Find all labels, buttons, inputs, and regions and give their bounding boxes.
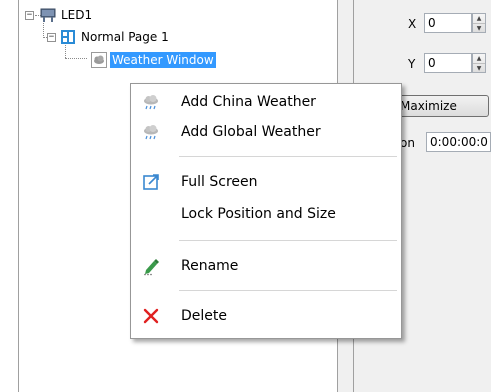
x-input[interactable]: 0	[424, 13, 472, 33]
page-layout-icon	[60, 29, 76, 45]
tree-node-led1[interactable]: − LED1	[25, 6, 94, 24]
fullscreen-icon	[141, 172, 161, 192]
duration-input[interactable]: 0:00:00:0	[426, 132, 491, 152]
menu-item-label: Rename	[181, 258, 239, 274]
menu-item-label: Full Screen	[181, 174, 258, 190]
tree-node-label: LED1	[61, 8, 93, 22]
duration-label: on	[400, 136, 415, 150]
close-x-icon	[141, 306, 161, 326]
menu-separator	[179, 156, 397, 157]
menu-item-rename[interactable]: Rename	[133, 251, 399, 281]
menu-item-add-global-weather[interactable]: Add Global Weather	[133, 117, 399, 147]
spin-up-icon[interactable]: ▲	[473, 14, 485, 24]
pencil-icon	[141, 256, 161, 276]
tree-node-label: Normal Page 1	[81, 30, 169, 44]
tree-node-label: Weather Window	[110, 52, 216, 68]
menu-separator	[179, 240, 397, 241]
spin-down-icon[interactable]: ▼	[473, 24, 485, 33]
tree-node-normal-page[interactable]: − Normal Page 1	[47, 28, 171, 46]
collapse-toggle[interactable]: −	[25, 10, 34, 20]
y-spinner[interactable]: ▲ ▼	[472, 53, 486, 73]
y-label: Y	[408, 57, 416, 71]
weather-cloud-icon	[91, 52, 107, 68]
y-input[interactable]: 0	[424, 53, 472, 73]
menu-item-label: Add Global Weather	[181, 124, 321, 140]
spin-down-icon[interactable]: ▼	[473, 64, 485, 73]
menu-item-full-screen[interactable]: Full Screen	[133, 167, 399, 197]
menu-item-delete[interactable]: Delete	[133, 301, 399, 331]
cloud-rain-icon	[141, 92, 161, 112]
tree-node-weather-window[interactable]: Weather Window	[91, 51, 216, 69]
cloud-rain-icon	[141, 122, 161, 142]
menu-item-add-china-weather[interactable]: Add China Weather	[133, 87, 399, 117]
maximize-button[interactable]: Maximize	[393, 95, 489, 117]
menu-item-label: Lock Position and Size	[181, 206, 336, 222]
monitor-icon	[40, 7, 56, 23]
menu-separator	[179, 290, 397, 291]
spin-up-icon[interactable]: ▲	[473, 54, 485, 64]
collapse-toggle[interactable]: −	[47, 32, 56, 42]
menu-item-label: Add China Weather	[181, 94, 316, 110]
menu-item-lock-position[interactable]: Lock Position and Size	[133, 199, 399, 229]
x-spinner[interactable]: ▲ ▼	[472, 13, 486, 33]
context-menu: Add China Weather Add Global Weather Ful…	[130, 83, 402, 339]
menu-item-label: Delete	[181, 308, 227, 324]
app-window: − LED1 − Normal Page 1 Weather Window X …	[0, 0, 491, 392]
x-label: X	[408, 17, 417, 31]
